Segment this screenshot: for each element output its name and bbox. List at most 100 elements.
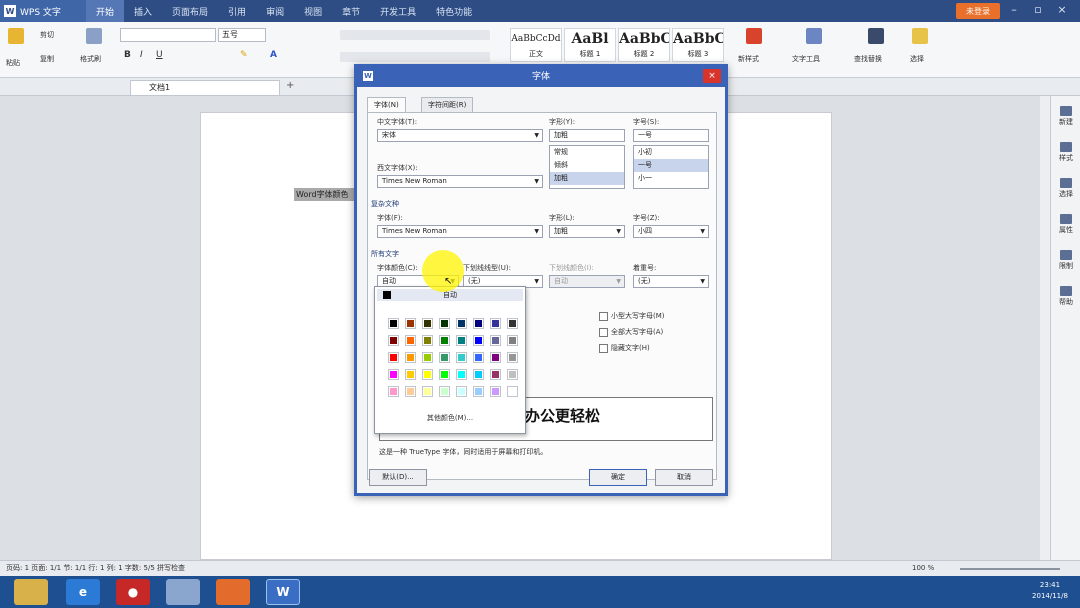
color-swatch[interactable]	[456, 386, 467, 397]
zoom-level[interactable]: 100 %	[912, 561, 934, 576]
color-swatch[interactable]	[456, 318, 467, 329]
color-swatch[interactable]	[507, 318, 518, 329]
internet-explorer-icon[interactable]: e	[66, 579, 100, 605]
all-caps-checkbox[interactable]: 全部大写字母(A)	[599, 327, 663, 337]
app-icon[interactable]	[166, 579, 200, 605]
color-swatch[interactable]	[490, 369, 501, 380]
default-button[interactable]: 默认(D)...	[369, 469, 427, 486]
color-swatch[interactable]	[439, 352, 450, 363]
paragraph-tools[interactable]	[340, 30, 490, 40]
text-tools-icon[interactable]	[806, 28, 822, 44]
document-tab[interactable]: 文档1	[130, 80, 280, 96]
color-swatch[interactable]	[422, 386, 433, 397]
style-heading-3[interactable]: AaBbC 标题 3	[672, 28, 724, 62]
color-swatch[interactable]	[388, 352, 399, 363]
sidebar-properties[interactable]: 属性	[1055, 214, 1077, 235]
zoom-slider[interactable]	[960, 568, 1060, 570]
color-swatch[interactable]	[456, 369, 467, 380]
menu-view[interactable]: 视图	[294, 0, 332, 22]
small-caps-checkbox[interactable]: 小型大写字母(M)	[599, 311, 665, 321]
style-normal[interactable]: AaBbCcDd 正文	[510, 28, 562, 62]
maximize-icon[interactable]: ▫	[1030, 3, 1046, 16]
select-icon[interactable]	[912, 28, 928, 44]
file-explorer-icon[interactable]	[14, 579, 48, 605]
menu-developer[interactable]: 开发工具	[370, 0, 426, 22]
menu-references[interactable]: 引用	[218, 0, 256, 22]
color-swatch[interactable]	[473, 352, 484, 363]
menu-features[interactable]: 特色功能	[426, 0, 482, 22]
font-color-icon[interactable]: A	[270, 50, 277, 60]
cancel-button[interactable]: 取消	[655, 469, 713, 486]
color-swatch[interactable]	[439, 335, 450, 346]
hidden-text-checkbox[interactable]: 隐藏文字(H)	[599, 343, 650, 353]
color-swatch[interactable]	[405, 352, 416, 363]
color-swatch[interactable]	[456, 335, 467, 346]
color-swatch[interactable]	[439, 318, 450, 329]
copy-button[interactable]: 复制	[40, 54, 54, 64]
tab-font[interactable]: 字体(N)	[367, 97, 406, 113]
minimize-icon[interactable]: –	[1006, 3, 1022, 16]
italic-icon[interactable]: I	[140, 50, 143, 60]
paste-icon[interactable]	[8, 28, 24, 44]
underline-icon[interactable]: U	[156, 50, 163, 60]
tab-char-spacing[interactable]: 字符间距(R)	[421, 97, 474, 112]
sidebar-style[interactable]: 样式	[1055, 142, 1077, 163]
style-heading-1[interactable]: AaBl 标题 1	[564, 28, 616, 62]
list-item[interactable]: 一号	[634, 159, 708, 172]
color-swatch[interactable]	[490, 352, 501, 363]
color-swatch[interactable]	[490, 386, 501, 397]
menu-insert[interactable]: 插入	[124, 0, 162, 22]
list-item[interactable]: 倾斜	[550, 159, 624, 172]
color-swatch[interactable]	[388, 335, 399, 346]
app-menu-button[interactable]: W WPS 文字	[0, 0, 86, 22]
sidebar-select[interactable]: 选择	[1055, 178, 1077, 199]
highlight-icon[interactable]: ✎	[240, 50, 248, 60]
color-swatch[interactable]	[507, 335, 518, 346]
sidebar-restrict[interactable]: 限制	[1055, 250, 1077, 271]
color-swatch[interactable]	[439, 369, 450, 380]
style-heading-2[interactable]: AaBbC 标题 2	[618, 28, 670, 62]
bold-icon[interactable]: B	[124, 50, 131, 60]
size-input[interactable]: 一号	[633, 129, 709, 142]
dialog-close-button[interactable]: ×	[703, 69, 721, 83]
color-swatch[interactable]	[490, 318, 501, 329]
color-swatch[interactable]	[405, 335, 416, 346]
color-swatch[interactable]	[456, 352, 467, 363]
color-swatch[interactable]	[422, 335, 433, 346]
list-item[interactable]: 小一	[634, 172, 708, 185]
style-input[interactable]: 加粗	[549, 129, 625, 142]
sidebar-new[interactable]: 新建	[1055, 106, 1077, 127]
menu-review[interactable]: 审阅	[256, 0, 294, 22]
color-swatch[interactable]	[422, 352, 433, 363]
list-item[interactable]: 常规	[550, 146, 624, 159]
complex-style-combo[interactable]: 加粗 ▼	[549, 225, 625, 238]
color-swatch[interactable]	[490, 335, 501, 346]
media-app-icon[interactable]: ●	[116, 579, 150, 605]
selected-document-text[interactable]: Word字体颜色	[294, 188, 354, 201]
list-item[interactable]: 小初	[634, 146, 708, 159]
color-swatch[interactable]	[422, 369, 433, 380]
wps-writer-taskbar-icon[interactable]: W	[266, 579, 300, 605]
find-replace-icon[interactable]	[868, 28, 884, 44]
list-item[interactable]: 加粗	[550, 172, 624, 185]
west-font-combo[interactable]: Times New Roman ▼	[377, 175, 543, 188]
style-listbox[interactable]: 常规 倾斜 加粗	[549, 145, 625, 189]
font-size-input[interactable]: 五号	[218, 28, 266, 42]
menu-chapter[interactable]: 章节	[332, 0, 370, 22]
cn-font-combo[interactable]: 宋体 ▼	[377, 129, 543, 142]
close-icon[interactable]: ×	[1054, 3, 1070, 16]
align-tools[interactable]	[340, 52, 490, 62]
new-tab-icon[interactable]: +	[286, 80, 294, 91]
color-swatch[interactable]	[473, 335, 484, 346]
color-swatch[interactable]	[507, 386, 518, 397]
complex-size-combo[interactable]: 小四 ▼	[633, 225, 709, 238]
more-colors-button[interactable]: 其他颜色(M)...	[385, 411, 515, 425]
emphasis-combo[interactable]: (无) ▼	[633, 275, 709, 288]
color-swatch[interactable]	[388, 386, 399, 397]
color-swatch[interactable]	[473, 369, 484, 380]
color-swatch[interactable]	[405, 369, 416, 380]
vertical-scrollbar[interactable]	[1040, 96, 1050, 560]
color-swatch[interactable]	[473, 318, 484, 329]
size-listbox[interactable]: 小初 一号 小一	[633, 145, 709, 189]
ok-button[interactable]: 确定	[589, 469, 647, 486]
